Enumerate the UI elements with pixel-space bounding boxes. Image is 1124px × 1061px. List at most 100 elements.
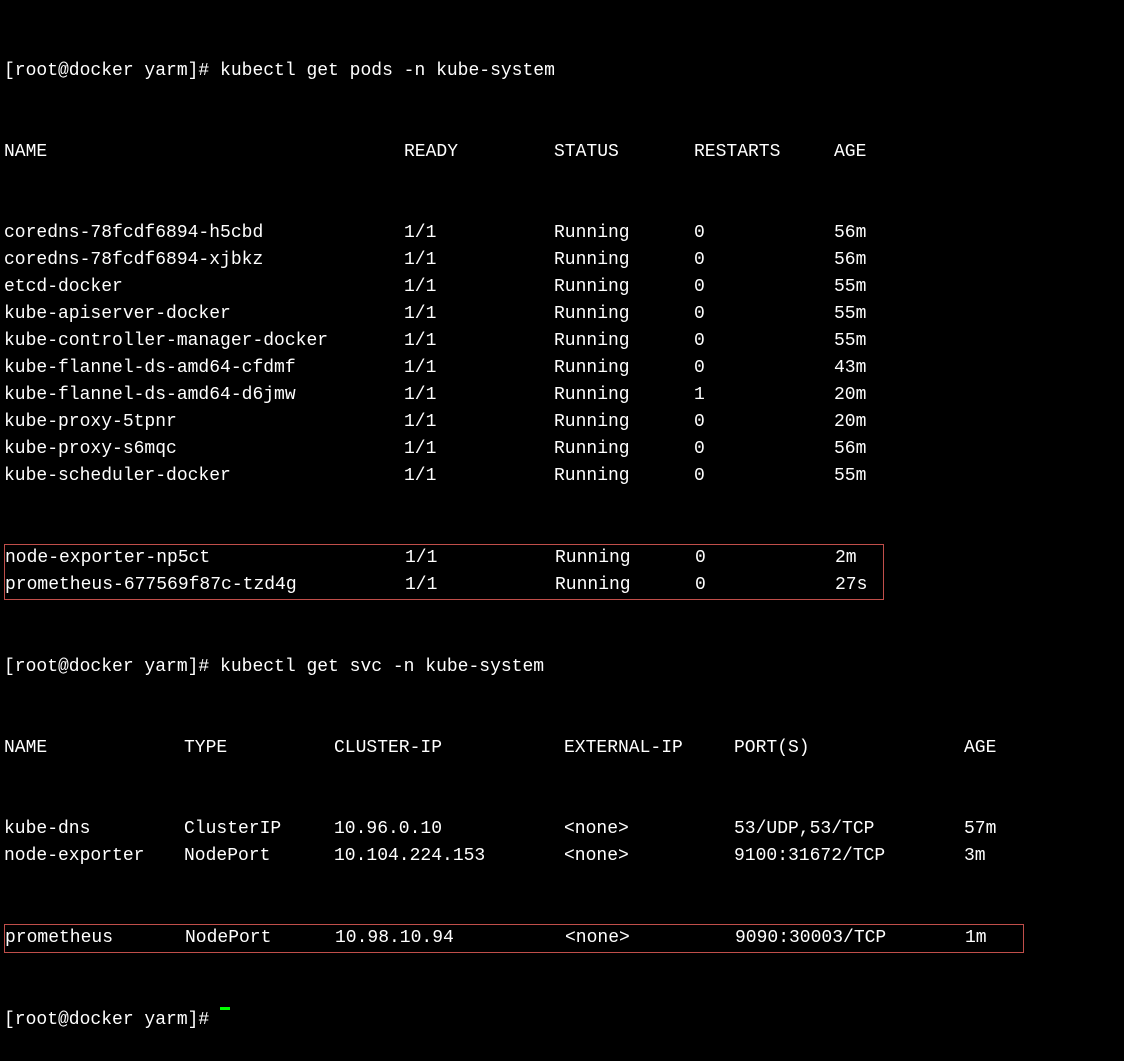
pod-age: 55m	[834, 463, 866, 490]
pod-age: 56m	[834, 247, 866, 274]
svc-name: prometheus	[5, 925, 185, 952]
pods-highlighted-rows: node-exporter-np5ct1/1Running02mpromethe…	[4, 544, 884, 600]
pod-age: 55m	[834, 274, 866, 301]
svc-table-header: NAMETYPECLUSTER-IPEXTERNAL-IPPORT(S)AGE	[4, 735, 1120, 762]
pod-status: Running	[554, 247, 694, 274]
svc-highlighted-rows: prometheusNodePort10.98.10.94<none>9090:…	[4, 924, 1024, 953]
pod-restarts: 0	[694, 220, 834, 247]
col-header-status: STATUS	[554, 139, 694, 166]
col-header-ready: READY	[404, 139, 554, 166]
svc-type: NodePort	[185, 925, 335, 952]
table-row: kube-scheduler-docker1/1Running055m	[4, 463, 1120, 490]
table-row: coredns-78fcdf6894-h5cbd1/1Running056m	[4, 220, 1120, 247]
pod-ready: 1/1	[404, 409, 554, 436]
svc-externalip: <none>	[565, 925, 735, 952]
pod-name: kube-flannel-ds-amd64-cfdmf	[4, 355, 404, 382]
shell-prompt: [root@docker yarm]#	[4, 58, 209, 85]
pods-table-header: NAMEREADYSTATUSRESTARTSAGE	[4, 139, 1120, 166]
pod-restarts: 0	[694, 436, 834, 463]
pod-age: 20m	[834, 382, 866, 409]
pod-age: 43m	[834, 355, 866, 382]
table-row: etcd-docker1/1Running055m	[4, 274, 1120, 301]
pod-ready: 1/1	[404, 247, 554, 274]
pod-name: kube-controller-manager-docker	[4, 328, 404, 355]
svc-table-rows: kube-dnsClusterIP10.96.0.10<none>53/UDP,…	[4, 816, 1120, 870]
pod-name: coredns-78fcdf6894-xjbkz	[4, 247, 404, 274]
svc-ports: 9090:30003/TCP	[735, 925, 965, 952]
col-header-name: NAME	[4, 735, 184, 762]
pod-restarts: 0	[694, 463, 834, 490]
shell-prompt: [root@docker yarm]#	[4, 1007, 209, 1034]
svc-ports: 9100:31672/TCP	[734, 843, 964, 870]
table-row: kube-dnsClusterIP10.96.0.10<none>53/UDP,…	[4, 816, 1120, 843]
pods-table-rows: coredns-78fcdf6894-h5cbd1/1Running056mco…	[4, 220, 1120, 490]
pod-ready: 1/1	[404, 328, 554, 355]
pod-ready: 1/1	[404, 301, 554, 328]
prompt-line-1: [root@docker yarm]# kubectl get pods -n …	[4, 58, 1120, 85]
pod-age: 27s	[835, 572, 867, 599]
table-row: coredns-78fcdf6894-xjbkz1/1Running056m	[4, 247, 1120, 274]
pod-restarts: 0	[695, 545, 835, 572]
svc-age: 57m	[964, 816, 996, 843]
svc-type: NodePort	[184, 843, 334, 870]
pod-ready: 1/1	[405, 545, 555, 572]
svc-clusterip: 10.98.10.94	[335, 925, 565, 952]
pod-age: 56m	[834, 220, 866, 247]
pod-name: kube-flannel-ds-amd64-d6jmw	[4, 382, 404, 409]
pod-status: Running	[554, 382, 694, 409]
terminal-output: [root@docker yarm]# kubectl get pods -n …	[4, 4, 1120, 1061]
pod-name: kube-apiserver-docker	[4, 301, 404, 328]
table-row: node-exporter-np5ct1/1Running02m	[5, 545, 883, 572]
terminal-cursor[interactable]	[220, 1007, 230, 1010]
table-row: kube-proxy-5tpnr1/1Running020m	[4, 409, 1120, 436]
command-text: kubectl get pods -n kube-system	[209, 58, 555, 85]
pod-restarts: 0	[694, 247, 834, 274]
pod-ready: 1/1	[404, 382, 554, 409]
pod-ready: 1/1	[404, 355, 554, 382]
pod-age: 56m	[834, 436, 866, 463]
pod-name: kube-proxy-5tpnr	[4, 409, 404, 436]
pod-ready: 1/1	[404, 436, 554, 463]
pod-status: Running	[555, 545, 695, 572]
pod-restarts: 0	[694, 355, 834, 382]
pod-restarts: 0	[694, 274, 834, 301]
col-header-clusterip: CLUSTER-IP	[334, 735, 564, 762]
pod-name: coredns-78fcdf6894-h5cbd	[4, 220, 404, 247]
pod-age: 55m	[834, 328, 866, 355]
col-header-name: NAME	[4, 139, 404, 166]
col-header-ports: PORT(S)	[734, 735, 964, 762]
pod-ready: 1/1	[405, 572, 555, 599]
table-row: kube-flannel-ds-amd64-cfdmf1/1Running043…	[4, 355, 1120, 382]
pod-age: 20m	[834, 409, 866, 436]
svc-age: 3m	[964, 843, 986, 870]
svc-name: node-exporter	[4, 843, 184, 870]
svc-ports: 53/UDP,53/TCP	[734, 816, 964, 843]
table-row: kube-apiserver-docker1/1Running055m	[4, 301, 1120, 328]
svc-externalip: <none>	[564, 843, 734, 870]
pod-status: Running	[554, 436, 694, 463]
table-row: prometheusNodePort10.98.10.94<none>9090:…	[5, 925, 1023, 952]
pod-status: Running	[554, 274, 694, 301]
pod-age: 55m	[834, 301, 866, 328]
command-text	[209, 1007, 220, 1034]
pod-restarts: 0	[694, 328, 834, 355]
table-row: node-exporterNodePort10.104.224.153<none…	[4, 843, 1120, 870]
table-row: kube-controller-manager-docker1/1Running…	[4, 328, 1120, 355]
col-header-age: AGE	[964, 735, 996, 762]
pod-status: Running	[554, 355, 694, 382]
pod-status: Running	[554, 328, 694, 355]
col-header-externalip: EXTERNAL-IP	[564, 735, 734, 762]
table-row: kube-flannel-ds-amd64-d6jmw1/1Running120…	[4, 382, 1120, 409]
svc-externalip: <none>	[564, 816, 734, 843]
table-row: prometheus-677569f87c-tzd4g1/1Running027…	[5, 572, 883, 599]
svc-type: ClusterIP	[184, 816, 334, 843]
svc-age: 1m	[965, 925, 987, 952]
pod-restarts: 0	[694, 409, 834, 436]
pod-restarts: 0	[694, 301, 834, 328]
command-text: kubectl get svc -n kube-system	[209, 654, 544, 681]
table-row: kube-proxy-s6mqc1/1Running056m	[4, 436, 1120, 463]
prompt-line-2: [root@docker yarm]# kubectl get svc -n k…	[4, 654, 1120, 681]
pod-name: kube-proxy-s6mqc	[4, 436, 404, 463]
col-header-restarts: RESTARTS	[694, 139, 834, 166]
pod-status: Running	[554, 409, 694, 436]
